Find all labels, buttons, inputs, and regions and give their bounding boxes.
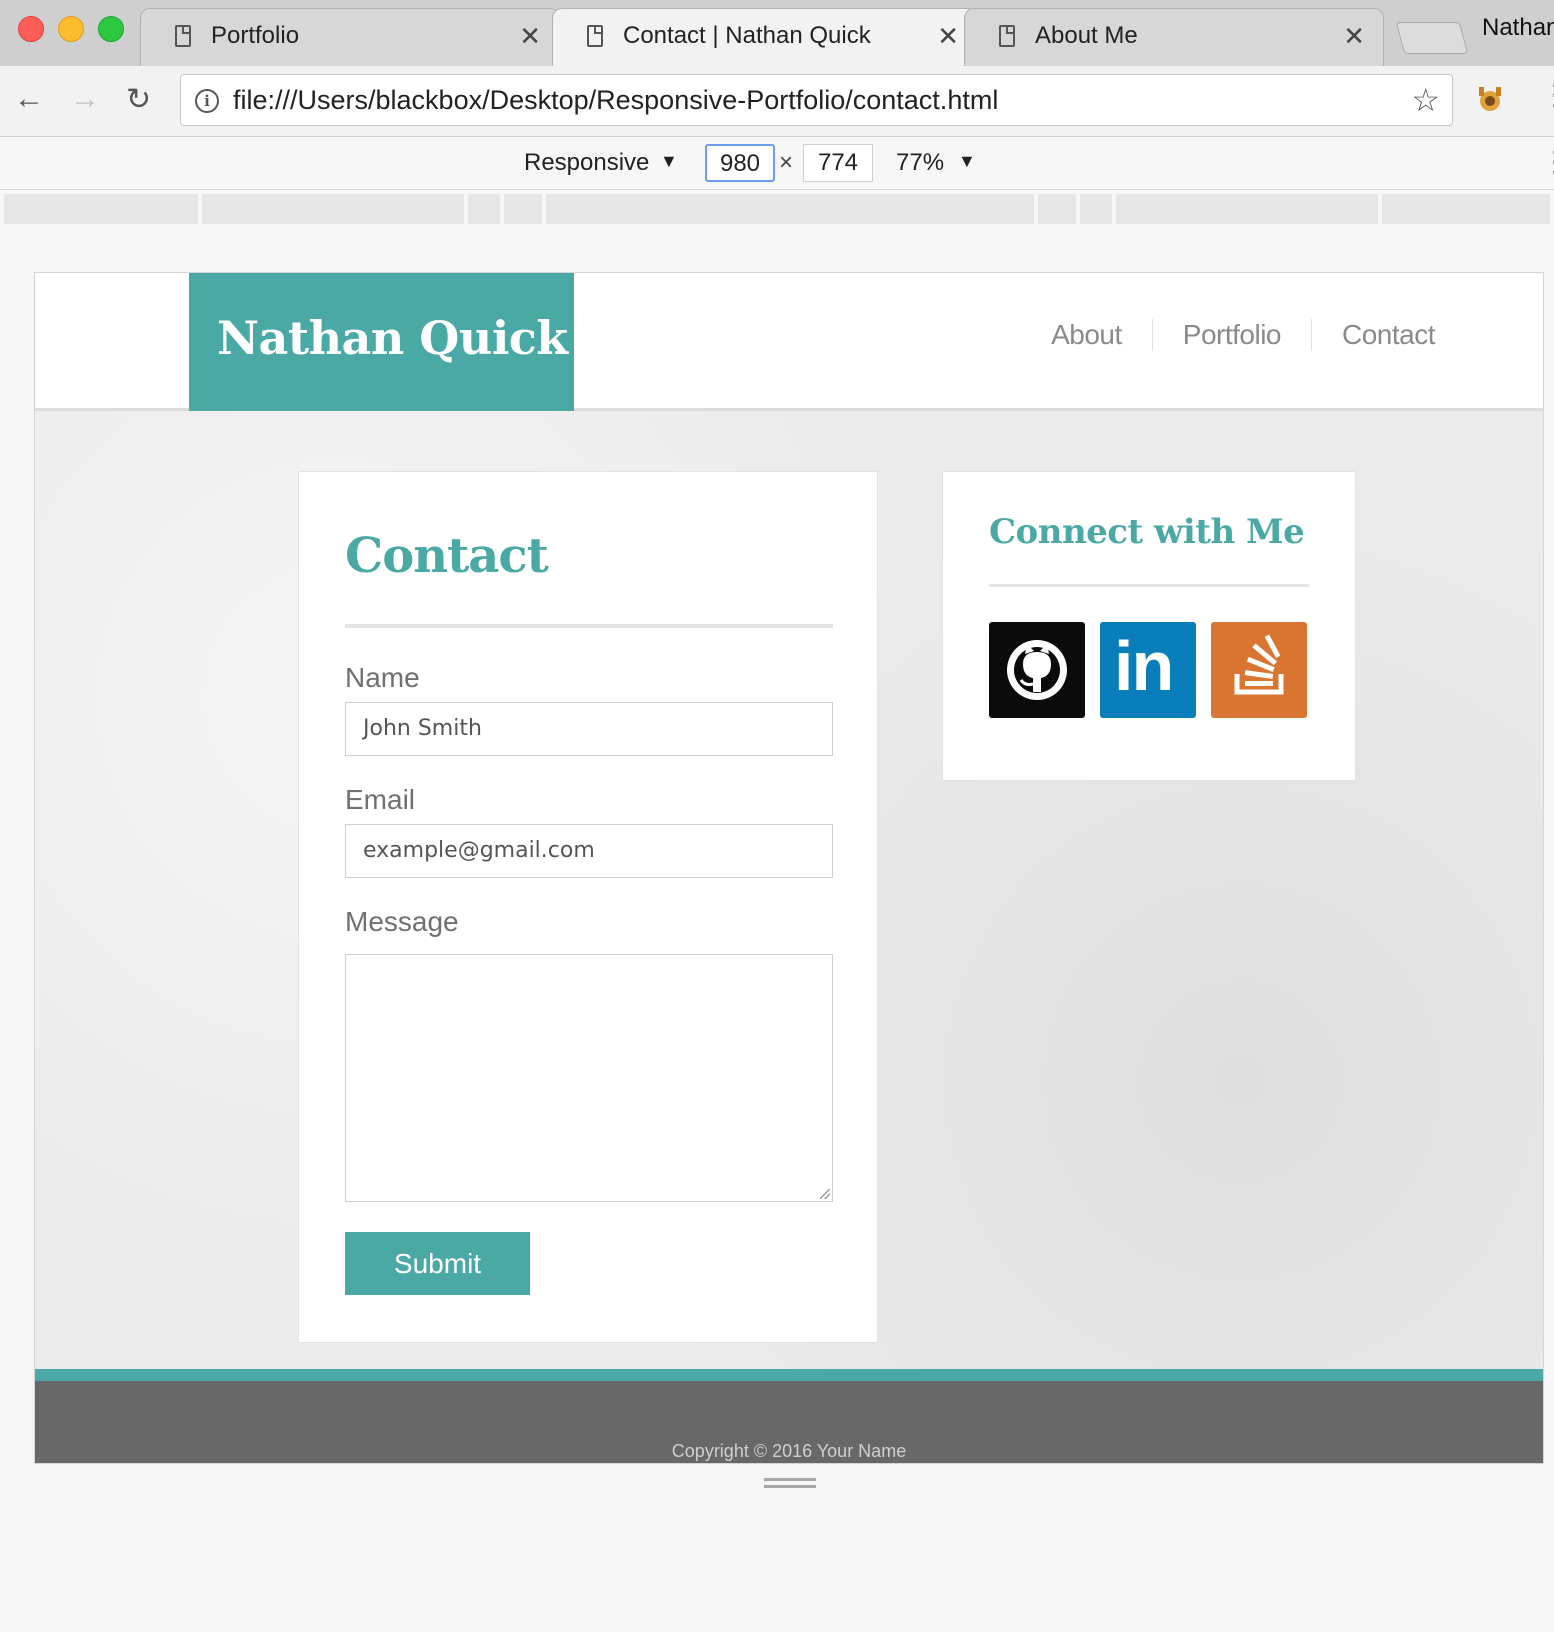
forward-icon[interactable]: → (70, 82, 100, 116)
logo-text: Nathan Quick (217, 311, 568, 365)
device-toolbar: Responsive ▼ 980 × 774 77% ▼ ⋮ (0, 137, 1554, 190)
tab-close-icon[interactable]: ✕ (937, 21, 959, 52)
chevron-down-icon[interactable]: ▼ (660, 151, 678, 172)
url-text[interactable]: file:///Users/blackbox/Desktop/Responsiv… (233, 85, 998, 116)
linkedin-text: in (1114, 627, 1174, 705)
device-select[interactable]: Responsive (524, 149, 649, 177)
contact-title: Contact (345, 528, 549, 584)
bookmark-star-icon[interactable]: ☆ (1411, 81, 1440, 119)
window-maximize-button[interactable] (98, 16, 124, 42)
nav-link-contact[interactable]: Contact (1312, 319, 1436, 351)
device-menu-icon[interactable]: ⋮ (1540, 145, 1554, 180)
site-nav: About Portfolio Contact (1021, 319, 1436, 351)
reload-icon[interactable]: ↻ (126, 82, 151, 117)
browser-toolbar: ← → ↻ i file:///Users/blackbox/Desktop/R… (0, 66, 1554, 137)
extension-icon[interactable] (1474, 84, 1506, 116)
viewport-height-input[interactable]: 774 (803, 144, 873, 182)
new-tab-button[interactable] (1395, 22, 1469, 54)
window-minimize-button[interactable] (58, 16, 84, 42)
nav-link-about[interactable]: About (1021, 319, 1153, 351)
stackoverflow-icon[interactable] (1211, 622, 1307, 718)
submit-button[interactable]: Submit (345, 1232, 530, 1295)
document-icon (999, 25, 1015, 47)
document-icon (587, 25, 603, 47)
github-icon[interactable] (989, 622, 1085, 718)
media-query-bar[interactable] (202, 194, 464, 224)
times-icon: × (779, 149, 794, 176)
tab-close-icon[interactable]: ✕ (1343, 21, 1365, 52)
media-query-bar[interactable] (1116, 194, 1378, 224)
connect-title: Connect with Me (989, 512, 1305, 552)
nav-link-portfolio[interactable]: Portfolio (1153, 319, 1312, 351)
media-query-ruler (0, 190, 1554, 226)
tab-title: About Me (1035, 22, 1138, 49)
message-textarea[interactable] (345, 954, 833, 1202)
divider (345, 624, 833, 628)
back-icon[interactable]: ← (14, 82, 44, 116)
stackoverflow-icon (1234, 634, 1284, 695)
tab-about-me[interactable]: About Me ✕ (964, 8, 1384, 66)
email-label: Email (345, 784, 416, 815)
media-query-bar[interactable] (468, 194, 500, 224)
window-close-button[interactable] (18, 16, 44, 42)
zoom-select[interactable]: 77% (896, 149, 944, 177)
info-icon[interactable]: i (195, 89, 219, 113)
name-input[interactable]: John Smith (345, 702, 833, 756)
media-query-bar[interactable] (4, 194, 198, 224)
message-label: Message (345, 906, 459, 937)
media-query-bar[interactable] (1382, 194, 1550, 224)
media-query-bar[interactable] (546, 194, 1034, 224)
tab-portfolio[interactable]: Portfolio ✕ (140, 8, 560, 66)
email-input[interactable]: example@gmail.com (345, 824, 833, 878)
github-icon (1007, 640, 1067, 700)
document-icon (175, 25, 191, 47)
tab-title: Portfolio (211, 22, 300, 49)
name-label: Name (345, 662, 420, 693)
address-bar[interactable]: i file:///Users/blackbox/Desktop/Respons… (180, 74, 1453, 126)
viewport-width-input[interactable]: 980 (705, 144, 775, 182)
browser-titlebar: Portfolio ✕ Contact | Nathan Quick ✕ Abo… (0, 0, 1554, 67)
linkedin-icon[interactable]: in (1100, 622, 1196, 718)
tab-title: Contact | Nathan Quick (623, 22, 871, 49)
media-query-bar[interactable] (1080, 194, 1112, 224)
media-query-bar[interactable] (504, 194, 542, 224)
contact-form-card: Contact Name John Smith Email example@gm… (298, 471, 878, 1343)
resize-handle-icon[interactable] (820, 1189, 830, 1199)
tab-contact[interactable]: Contact | Nathan Quick ✕ (552, 8, 978, 67)
media-query-bar[interactable] (1038, 194, 1076, 224)
site-footer: Copyright © 2016 Your Name (35, 1369, 1543, 1463)
browser-menu-icon[interactable]: ⋮ (1540, 78, 1554, 113)
connect-card: Connect with Me in (942, 471, 1356, 781)
viewport-resize-handle[interactable] (764, 1478, 816, 1488)
profile-name[interactable]: Nathan (1482, 14, 1554, 42)
logo[interactable]: Nathan Quick (189, 273, 574, 411)
chevron-down-icon[interactable]: ▼ (958, 151, 976, 172)
tab-close-icon[interactable]: ✕ (519, 21, 541, 52)
copyright-text: Copyright © 2016 Your Name (671, 1441, 907, 1461)
main-content: Contact Name John Smith Email example@gm… (35, 411, 1543, 1369)
site-header: Nathan Quick About Portfolio Contact (35, 273, 1543, 411)
divider (989, 584, 1309, 587)
emulated-viewport: Nathan Quick About Portfolio Contact Con… (34, 272, 1544, 1464)
